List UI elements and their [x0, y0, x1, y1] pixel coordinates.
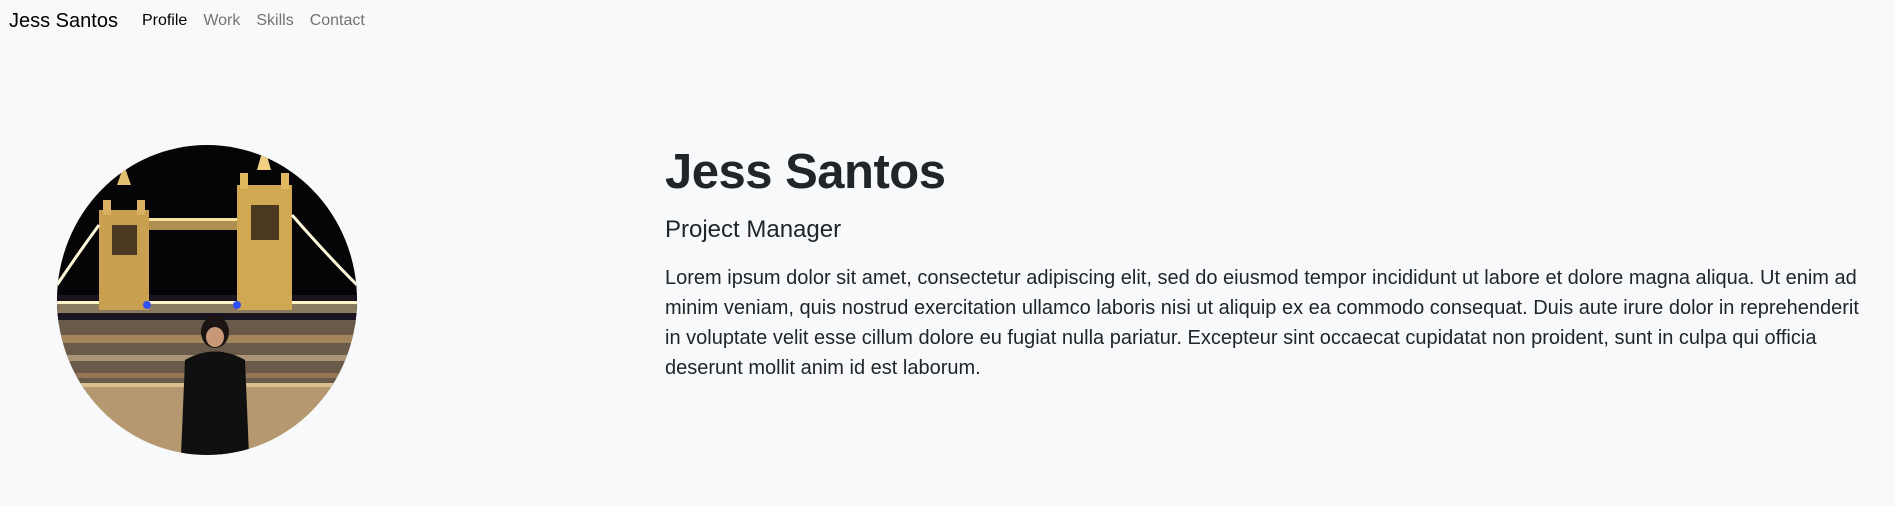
- nav-link-profile[interactable]: Profile: [142, 12, 187, 30]
- nav-link-work[interactable]: Work: [203, 12, 240, 30]
- profile-name: Jess Santos: [665, 145, 946, 199]
- nav-link-skills[interactable]: Skills: [256, 12, 293, 30]
- profile-section: Jess Santos Project Manager Lorem ipsum …: [665, 143, 1865, 383]
- navbar: Jess Santos Profile Work Skills Contact: [0, 0, 1895, 42]
- profile-role: Project Manager: [665, 215, 842, 243]
- nav-link-contact[interactable]: Contact: [310, 12, 365, 30]
- profile-bio: Lorem ipsum dolor sit amet, consectetur …: [665, 266, 1859, 379]
- profile-photo: [57, 145, 357, 455]
- nav-links: Profile Work Skills Contact: [142, 12, 381, 30]
- brand-link[interactable]: Jess Santos: [9, 10, 118, 33]
